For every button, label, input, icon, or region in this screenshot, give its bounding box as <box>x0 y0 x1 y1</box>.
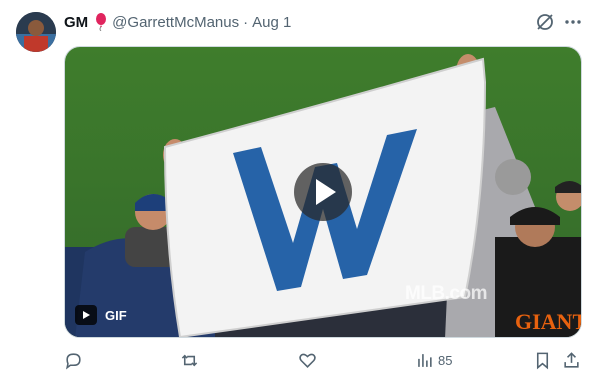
like-button[interactable] <box>298 350 317 370</box>
more-options-icon[interactable] <box>563 12 583 32</box>
bookmark-button[interactable] <box>533 350 552 370</box>
bookmark-icon <box>536 352 549 369</box>
grok-icon[interactable] <box>535 12 555 32</box>
share-button[interactable] <box>562 350 581 370</box>
user-handle[interactable]: @GarrettMcManus <box>112 14 239 31</box>
play-small-icon <box>75 305 97 325</box>
balloon-emoji-icon <box>94 13 108 32</box>
reply-button[interactable] <box>64 350 83 370</box>
separator-dot: · <box>243 13 249 31</box>
retweet-icon <box>181 354 198 366</box>
mlb-watermark: MLB.com <box>405 283 488 304</box>
media-gif[interactable]: GIANTS MLB.com GIF <box>64 46 582 338</box>
avatar[interactable] <box>16 12 56 52</box>
share-icon <box>564 351 579 368</box>
views-button[interactable]: 85 <box>415 350 452 370</box>
views-icon <box>418 353 432 367</box>
gif-label: GIF <box>105 307 127 323</box>
action-bar: 85 <box>0 350 598 370</box>
display-name[interactable]: GM <box>64 14 88 31</box>
tweet-header: GM @GarrettMcManus · Aug 1 <box>64 12 291 32</box>
play-button[interactable] <box>294 163 352 221</box>
heart-icon <box>299 353 316 368</box>
retweet-button[interactable] <box>180 350 199 370</box>
jersey-text: GIANTS <box>515 309 582 334</box>
views-count: 85 <box>438 352 453 368</box>
gif-badge: GIF <box>75 304 127 326</box>
reply-icon <box>65 352 81 370</box>
tweet-date[interactable]: Aug 1 <box>252 14 291 31</box>
